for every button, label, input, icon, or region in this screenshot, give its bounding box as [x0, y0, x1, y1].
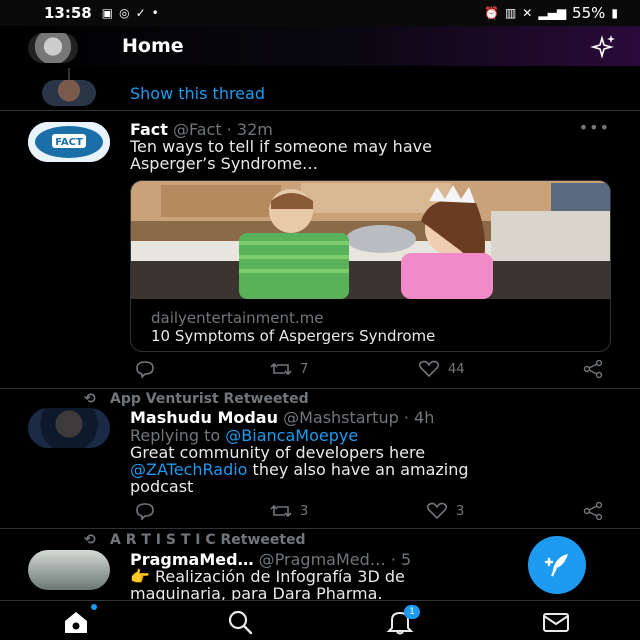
card-title: 10 Symptoms of Aspergers Syndrome [151, 327, 436, 345]
avatar[interactable] [42, 80, 96, 106]
show-thread-link[interactable]: Show this thread [130, 84, 265, 103]
reply-icon [136, 361, 154, 378]
tweet-text-line: Asperger’s Syndrome… [130, 154, 319, 173]
app-header: Home [0, 26, 640, 66]
signal-icon: ▂▄▆ [538, 6, 567, 20]
reply-icon [136, 503, 154, 520]
gallery-icon: ▣ [101, 6, 114, 20]
more-icon[interactable]: ••• [579, 118, 610, 137]
tweet-text-fragment: they also have an amazing [247, 460, 469, 479]
tweet-header: Mashudu Modau @Mashstartup · 4h [130, 408, 434, 427]
retweet-icon [270, 504, 292, 518]
retweet-context-text: A R T I S T I C Retweeted [110, 532, 306, 548]
tweet-time: · 4h [403, 408, 435, 427]
thread-continuation: Show this thread [0, 66, 640, 110]
unread-dot [91, 604, 97, 610]
share-button[interactable] [582, 360, 604, 378]
status-bar: 13:58 ▣ ◎ ✓ • ⏰ ▥ ✕ ▂▄▆ 55% ▮ [0, 0, 640, 26]
like-button[interactable]: 44 [418, 360, 465, 378]
heart-icon [418, 360, 440, 378]
like-count: 3 [456, 503, 465, 519]
retweet-icon: ⟲ [84, 532, 96, 548]
thread-line [68, 68, 70, 80]
alarm-icon: ⏰ [484, 6, 499, 20]
avatar[interactable] [28, 408, 110, 448]
tweet-text-line: @ZATechRadio they also have an amazing [130, 461, 610, 478]
retweet-button[interactable]: 7 [270, 360, 308, 378]
tweet-actions: 3 3 [130, 502, 610, 522]
tweet-text-line: Great community of developers here [130, 443, 426, 462]
check-icon: ✓ [135, 6, 146, 20]
tweet-actions: 7 44 [130, 360, 610, 380]
like-count: 44 [448, 361, 465, 377]
retweet-context: ⟲ App Venturist Retweeted [84, 391, 309, 407]
replying-to: Replying to @BiancaMoepye [130, 427, 610, 444]
retweet-count: 7 [300, 361, 309, 377]
retweet-icon: ⟲ [84, 391, 96, 407]
retweet-button[interactable]: 3 [270, 502, 308, 520]
tweet-text-line: podcast [130, 477, 194, 496]
tweet-text-line: Ten ways to tell if someone may have [130, 137, 432, 156]
reply-button[interactable] [134, 360, 156, 378]
share-button[interactable] [582, 502, 604, 520]
retweet-count: 3 [300, 503, 309, 519]
avatar[interactable]: FACT [28, 122, 110, 162]
tweet-text: Ten ways to tell if someone may have Asp… [130, 138, 610, 172]
compose-feather-icon [544, 554, 568, 577]
heart-icon [426, 502, 448, 520]
link-card[interactable]: dailyentertainment.me 10 Symptoms of Asp… [130, 180, 611, 352]
tweet-text: Replying to @BiancaMoepye Great communit… [130, 427, 610, 495]
retweet-context-text: App Venturist Retweeted [110, 391, 309, 407]
notifications-badge: 1 [404, 605, 420, 619]
dot-icon: • [151, 6, 159, 20]
svg-text:FACT: FACT [55, 137, 83, 148]
home-icon[interactable] [62, 609, 90, 635]
avatar[interactable] [28, 550, 110, 590]
fact-logo-icon: FACT [28, 122, 110, 162]
battery-percent: 55% [572, 4, 606, 22]
whatsapp-icon: ◎ [119, 6, 130, 20]
card-domain: dailyentertainment.me [151, 309, 324, 327]
status-time: 13:58 [44, 4, 92, 22]
share-icon [583, 502, 603, 520]
battery-icon: ▮ [611, 6, 618, 20]
profile-avatar[interactable] [28, 33, 78, 63]
search-icon[interactable] [226, 609, 254, 635]
retweet-context: ⟲ A R T I S T I C Retweeted [84, 532, 306, 548]
author-name[interactable]: Mashudu Modau [130, 408, 278, 427]
sparkle-icon[interactable] [588, 32, 618, 62]
compose-tweet-button[interactable] [528, 536, 586, 594]
reply-button[interactable] [134, 502, 156, 520]
messages-icon[interactable] [542, 609, 570, 635]
vibrate-icon: ▥ [504, 6, 517, 20]
retweet-icon [270, 362, 292, 376]
mute-icon: ✕ [522, 6, 533, 20]
author-handle: @Mashstartup [283, 408, 399, 427]
share-icon [583, 360, 603, 378]
page-title: Home [122, 35, 184, 57]
card-image [131, 181, 610, 299]
like-button[interactable]: 3 [426, 502, 464, 520]
